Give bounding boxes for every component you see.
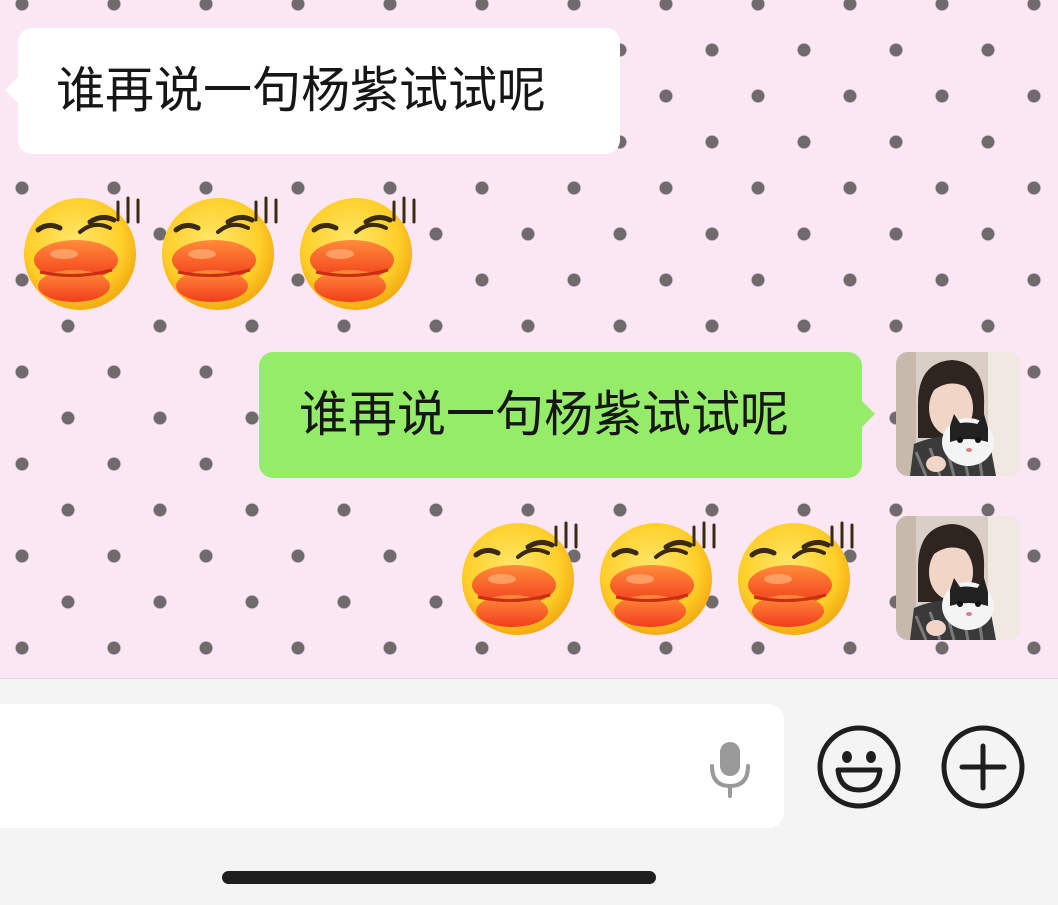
duck-face-emoji-icon (594, 515, 726, 635)
outgoing-message-bubble[interactable]: 谁再说一句杨紫试试呢 (259, 352, 875, 478)
incoming-message-text: 谁再说一句杨紫试试呢 (56, 62, 547, 119)
microphone-icon[interactable] (700, 738, 760, 798)
input-divider (0, 678, 1058, 679)
plus-circle-icon[interactable] (940, 724, 1026, 810)
emoji-smile-icon[interactable] (816, 724, 902, 810)
duck-face-emoji-icon (732, 515, 864, 635)
avatar[interactable] (896, 352, 1020, 476)
incoming-message-bubble[interactable]: 谁再说一句杨紫试试呢 (5, 28, 620, 154)
duck-face-emoji-icon (18, 190, 150, 310)
duck-face-emoji-icon (456, 515, 588, 635)
message-input[interactable] (0, 704, 784, 828)
avatar[interactable] (896, 516, 1020, 640)
duck-face-emoji-icon (294, 190, 426, 310)
home-indicator[interactable] (222, 871, 656, 884)
outgoing-message-text: 谁再说一句杨紫试试呢 (299, 386, 790, 443)
duck-face-emoji-icon (156, 190, 288, 310)
chat-background: 谁再说一句杨紫试试呢 谁再说一句杨紫试试呢 (0, 0, 1058, 678)
